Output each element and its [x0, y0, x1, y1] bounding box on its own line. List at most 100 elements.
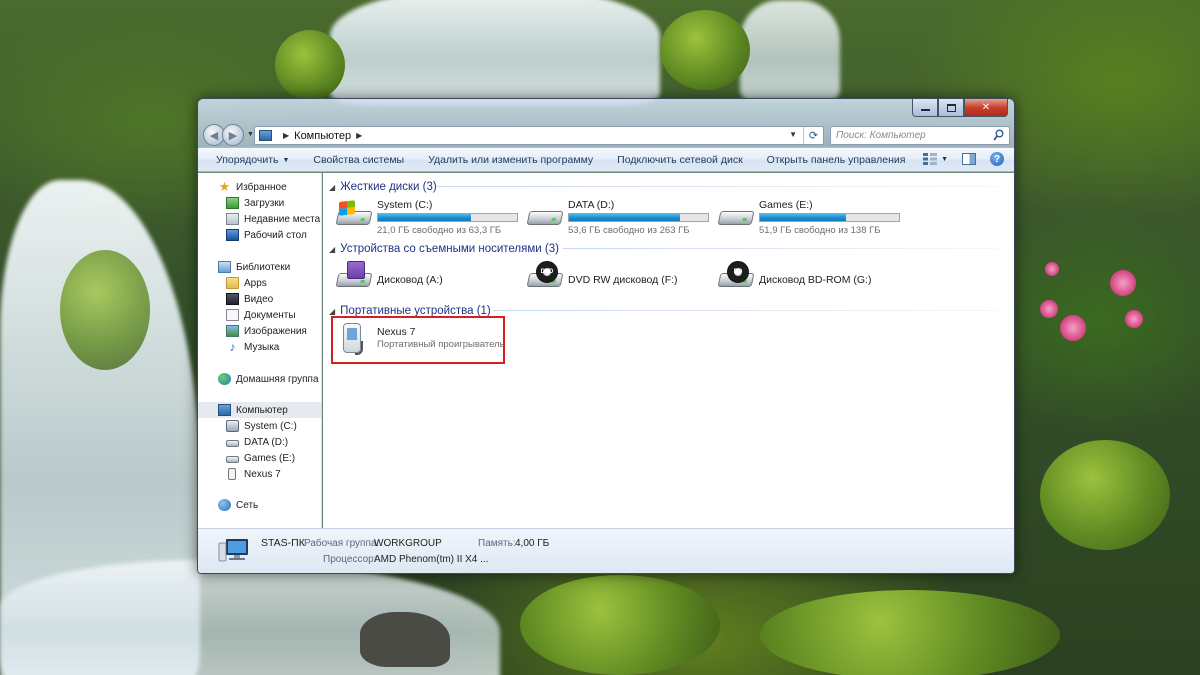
computer-icon: [218, 539, 248, 562]
navigation-buttons: ◀ ▶ ▼: [203, 124, 254, 146]
nav-item-nexus-7[interactable]: Nexus 7: [198, 466, 321, 482]
flower: [1110, 270, 1136, 296]
search-input[interactable]: [836, 130, 986, 141]
maximize-button[interactable]: [938, 99, 964, 117]
back-arrow-icon: ◀: [209, 129, 219, 142]
waterfall-right: [740, 0, 840, 100]
nav-item-apps[interactable]: Apps: [198, 275, 321, 291]
map-network-drive-button[interactable]: Подключить сетевой диск: [617, 154, 743, 166]
organize-button[interactable]: Упорядочить ▼: [216, 154, 289, 166]
forward-arrow-icon: ▶: [228, 129, 238, 142]
floppy-drive-icon: [335, 261, 373, 293]
nav-item-music[interactable]: ♪ Музыка: [198, 339, 321, 355]
nav-computer[interactable]: Компьютер: [198, 402, 321, 418]
nav-favorites[interactable]: ★ Избранное: [198, 179, 321, 195]
drive-tile-dvd-f[interactable]: DVD DVD RW дисковод (F:): [526, 261, 678, 299]
drive-name: Games (E:): [759, 199, 813, 211]
system-properties-button[interactable]: Свойства системы: [313, 154, 404, 166]
recent-pages-dropdown-icon[interactable]: ▼: [247, 131, 254, 146]
hard-drive-icon: [226, 440, 239, 447]
refresh-button[interactable]: ⟳: [803, 127, 823, 144]
computer-name: STAS-ПК: [261, 537, 305, 549]
bd-icon: BD: [727, 261, 749, 283]
moss-rock: [60, 250, 150, 370]
uninstall-program-button[interactable]: Удалить или изменить программу: [428, 154, 593, 166]
nav-item-data-d[interactable]: DATA (D:): [198, 434, 321, 450]
nav-item-downloads[interactable]: Загрузки: [198, 195, 321, 211]
nav-libraries[interactable]: Библиотеки: [198, 259, 321, 275]
drive-free-space: 53,6 ГБ свободно из 263 ГБ: [568, 225, 690, 236]
nav-label: Nexus 7: [244, 468, 281, 480]
breadcrumb-computer[interactable]: Компьютер: [294, 130, 351, 142]
flower: [1060, 315, 1086, 341]
command-bar: Упорядочить ▼ Свойства системы Удалить ил…: [198, 147, 1014, 172]
drive-tile-bd-g[interactable]: BD Дисковод BD-ROM (G:): [717, 261, 871, 299]
search-box[interactable]: [830, 126, 1010, 145]
drive-tile-system-c[interactable]: System (C:) 21,0 ГБ свободно из 63,3 ГБ: [335, 199, 518, 237]
close-button[interactable]: ✕: [964, 99, 1008, 117]
drive-name: DATA (D:): [568, 199, 615, 211]
group-header-removable[interactable]: ◢ Устройства со съемными носителями (3): [329, 242, 559, 256]
minimize-button[interactable]: [912, 99, 938, 117]
drive-tile-games-e[interactable]: Games (E:) 51,9 ГБ свободно из 138 ГБ: [717, 199, 900, 237]
system-drive-icon: [226, 420, 239, 432]
flower: [1040, 300, 1058, 318]
computer-icon: [259, 130, 272, 141]
nav-item-recent-places[interactable]: Недавние места: [198, 211, 321, 227]
moss-rock: [660, 10, 750, 90]
hard-drive-body: [717, 211, 755, 225]
waterfall-top: [330, 0, 660, 105]
device-type: Портативный проигрыватель: [377, 339, 505, 350]
breadcrumb-chevron-icon[interactable]: ▶: [283, 131, 289, 140]
nav-item-documents[interactable]: Документы: [198, 307, 321, 323]
nav-item-desktop[interactable]: Рабочий стол: [198, 227, 321, 243]
rock: [360, 612, 450, 667]
drive-free-space: 21,0 ГБ свободно из 63,3 ГБ: [377, 225, 502, 236]
flower: [1125, 310, 1143, 328]
device-tile-nexus-7[interactable]: Nexus 7 Портативный проигрыватель: [335, 323, 505, 361]
nav-label: Рабочий стол: [244, 229, 307, 241]
open-control-panel-button[interactable]: Открыть панель управления: [767, 154, 906, 166]
memory-label: Память:: [478, 538, 516, 549]
view-options-dropdown-icon[interactable]: ▼: [941, 156, 948, 163]
refresh-icon: ⟳: [808, 130, 819, 142]
drive-tile-data-d[interactable]: DATA (D:) 53,6 ГБ свободно из 263 ГБ: [526, 199, 709, 237]
preview-pane-icon[interactable]: [962, 153, 976, 165]
nav-label: Библиотеки: [236, 261, 291, 273]
nav-label: System (C:): [244, 420, 297, 432]
dvd-drive-icon: DVD: [526, 261, 564, 293]
libraries-icon: [218, 261, 231, 273]
portable-player-icon: [335, 323, 373, 355]
drive-usage-bar: [377, 213, 518, 222]
forward-button[interactable]: ▶: [222, 124, 244, 146]
collapse-group-icon: ◢: [329, 182, 336, 192]
address-bar[interactable]: ▶ Компьютер ▶ ▼ ⟳: [254, 126, 824, 145]
bd-drive-icon: BD: [717, 261, 755, 293]
nav-network[interactable]: Сеть: [198, 497, 321, 513]
dvd-icon: DVD: [536, 261, 558, 283]
group-header-hard-disks[interactable]: ◢ Жесткие диски (3): [329, 180, 437, 194]
nav-item-games-e[interactable]: Games (E:): [198, 450, 321, 466]
nav-label: Изображения: [244, 325, 307, 337]
drive-usage-fill: [760, 214, 847, 221]
nav-item-videos[interactable]: Видео: [198, 291, 321, 307]
breadcrumb-chevron-icon[interactable]: ▶: [356, 131, 362, 140]
hard-drive-icon: [526, 199, 564, 231]
drive-tile-floppy-a[interactable]: Дисковод (A:): [335, 261, 443, 299]
group-header-portable[interactable]: ◢ Портативные устройства (1): [329, 304, 491, 318]
nav-item-system-c[interactable]: System (C:): [198, 418, 321, 434]
workgroup-label: Рабочая группа:: [304, 538, 380, 549]
nav-item-pictures[interactable]: Изображения: [198, 323, 321, 339]
nav-label: DATA (D:): [244, 436, 289, 448]
maximize-icon: [946, 103, 956, 112]
drive-name: System (C:): [377, 199, 433, 211]
close-icon: ✕: [981, 102, 991, 113]
help-icon[interactable]: ?: [990, 152, 1004, 166]
search-icon[interactable]: [993, 129, 1004, 141]
moss-rock: [520, 575, 720, 675]
nav-homegroup[interactable]: Домашняя группа: [198, 371, 321, 387]
system-drive-icon: [335, 199, 373, 231]
address-history-dropdown-icon[interactable]: ▼: [789, 130, 797, 139]
drive-name: Дисковод BD-ROM (G:): [759, 273, 872, 286]
change-view-icon[interactable]: [923, 153, 938, 165]
